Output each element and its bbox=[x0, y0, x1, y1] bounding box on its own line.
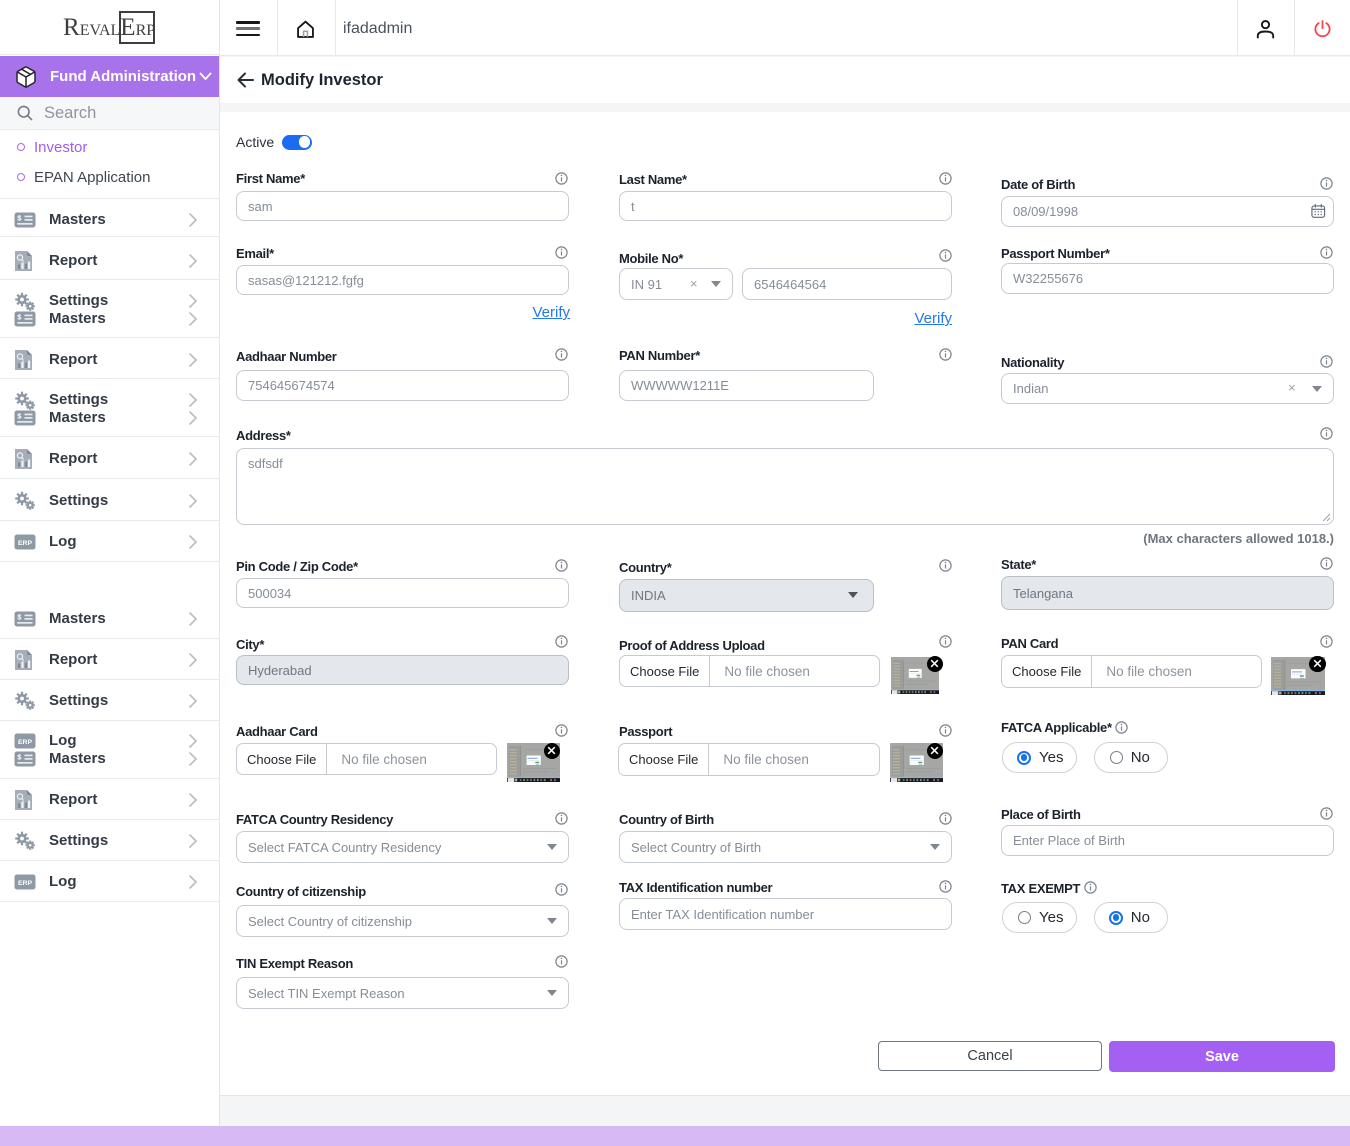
svg-text:ERP: ERP bbox=[18, 879, 32, 886]
svg-text:ERP: ERP bbox=[18, 539, 32, 546]
svg-text:ERP: ERP bbox=[18, 739, 32, 746]
